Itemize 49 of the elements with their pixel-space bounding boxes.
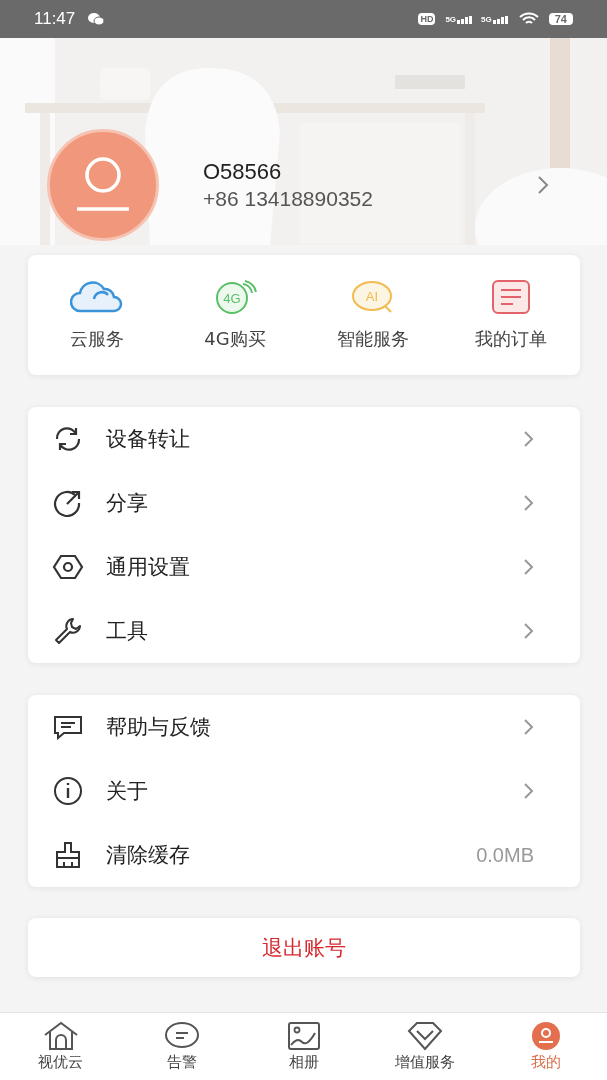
info-icon [53, 776, 83, 806]
chevron-right-icon[interactable] [523, 558, 534, 576]
chevron-right-icon[interactable] [523, 494, 534, 512]
tab[interactable]: 相册 [288, 1053, 319, 1072]
ai-chat-icon: AI [351, 280, 395, 314]
menu-item[interactable]: 关于 [106, 777, 523, 805]
image-icon [286, 1021, 321, 1051]
tab[interactable]: 告警 [167, 1053, 198, 1072]
wifi-icon [518, 12, 539, 26]
menu-item[interactable]: 分享 [106, 489, 523, 517]
signal-icon [492, 15, 509, 24]
menu-item[interactable]: 设备转让 [106, 425, 523, 453]
home-icon [42, 1021, 79, 1051]
swap-arrows-icon [53, 426, 83, 452]
chat-bubble-icon [164, 1021, 201, 1051]
chevron-right-icon[interactable] [523, 622, 534, 640]
quick-action[interactable]: 云服务 [70, 327, 124, 351]
diamond-icon [406, 1021, 443, 1051]
clock-time: 11:47 [34, 9, 76, 29]
network-label: 5G [445, 14, 457, 24]
phone-number: +86 13418890352 [203, 187, 374, 211]
share-icon [53, 489, 83, 517]
chat-app-icon [87, 12, 106, 26]
logout-button[interactable]: 退出账号 [28, 918, 580, 977]
menu-item[interactable]: 帮助与反馈 [106, 713, 523, 741]
menu-item[interactable]: 清除缓存 [106, 841, 477, 869]
menu-item[interactable]: 工具 [106, 617, 523, 645]
menu-item[interactable]: 通用设置 [106, 553, 523, 581]
user-name: O58566 [203, 159, 283, 185]
quick-action[interactable]: 智能服务 [337, 327, 409, 351]
wrench-icon [53, 617, 83, 645]
network-label: 5G [481, 14, 492, 24]
settings-icon [52, 554, 84, 580]
hd-voice-badge: HD [418, 13, 436, 25]
chevron-right-icon[interactable] [537, 175, 549, 195]
signal-icon [457, 15, 474, 24]
quick-action[interactable]: 4G购买 [204, 327, 266, 351]
cloud-icon [70, 281, 124, 313]
chevron-right-icon[interactable] [523, 430, 534, 448]
battery-level: 74 [548, 13, 573, 25]
message-icon [52, 714, 84, 740]
quick-action[interactable]: 我的订单 [475, 327, 547, 351]
tab[interactable]: 增值服务 [394, 1053, 455, 1072]
order-list-icon [491, 280, 531, 314]
cache-size: 0.0MB [476, 843, 534, 867]
chevron-right-icon[interactable] [523, 782, 534, 800]
tab[interactable]: 视优云 [38, 1053, 84, 1072]
chevron-right-icon[interactable] [523, 718, 534, 736]
broom-icon [53, 841, 83, 869]
